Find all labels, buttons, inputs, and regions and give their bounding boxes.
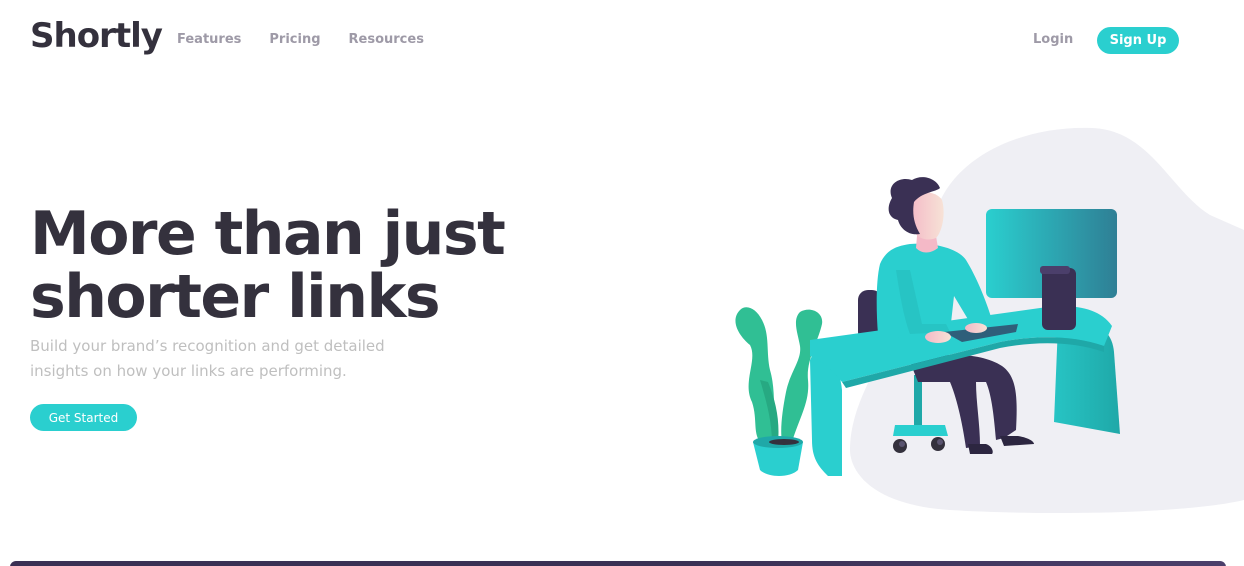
nav-features-link[interactable]: Features — [177, 32, 241, 47]
landing-page: Shortly Features Pricing Resources Login… — [0, 0, 1244, 566]
chair-stem — [914, 375, 922, 427]
monitor-stand — [1042, 268, 1076, 330]
hero-title: More than just shorter links — [30, 203, 506, 332]
signup-button[interactable]: Sign Up — [1097, 27, 1179, 54]
hero-subtitle: Build your brand’s recognition and get d… — [30, 337, 385, 380]
person-working-illustration — [735, 127, 1244, 513]
logo[interactable]: Shortly — [30, 16, 163, 56]
get-started-button[interactable]: Get Started — [30, 404, 137, 431]
hero-title-line-1: More than just — [30, 199, 506, 269]
nav-pricing-link[interactable]: Pricing — [269, 32, 320, 47]
shorten-section-edge — [10, 561, 1226, 566]
person-hand — [925, 331, 951, 343]
person-hand — [965, 323, 987, 333]
chair-base — [893, 425, 948, 436]
plant-leaf — [735, 307, 774, 444]
login-link[interactable]: Login — [1033, 32, 1073, 47]
nav-resources-link[interactable]: Resources — [349, 32, 424, 47]
primary-nav: Features Pricing Resources — [177, 32, 424, 47]
hero-title-line-2: shorter links — [30, 262, 441, 332]
